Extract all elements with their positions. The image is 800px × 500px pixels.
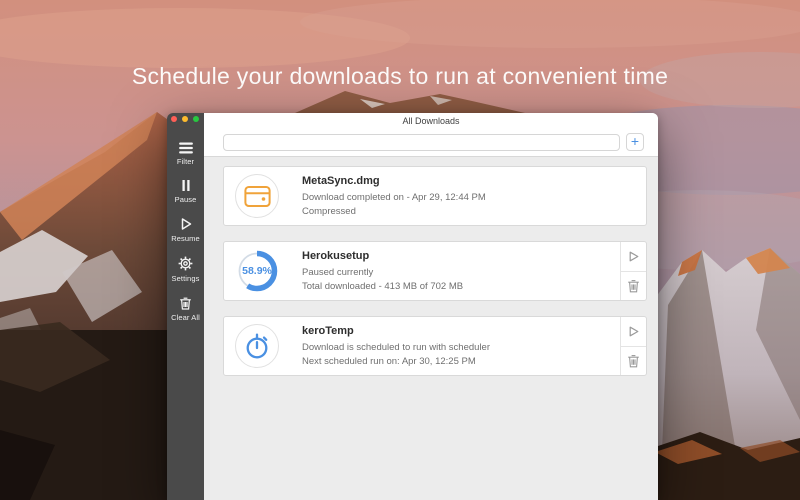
stopwatch-icon [246,333,268,359]
progress-ring: 58.9% [235,249,279,293]
download-name: MetaSync.dmg [302,175,380,187]
app-window: Filter Pause Resume Settings Clear All A… [167,113,658,500]
trash-icon [628,354,639,368]
disk-image-icon [243,185,271,207]
toolbar: + [204,128,658,157]
play-icon [629,251,639,262]
play-icon [181,218,191,230]
download-info: Herokusetup Paused currently Total downl… [302,250,620,292]
download-detail: Total downloaded - 413 MB of 702 MB [302,281,464,292]
trash-icon [628,279,639,293]
pause-icon [181,180,190,191]
download-status: Download is scheduled to run with schedu… [302,342,490,353]
card-actions [620,317,646,375]
download-card-herokusetup[interactable]: 58.9% Herokusetup Paused currently Total… [223,241,647,301]
download-detail: Compressed [302,206,356,217]
sidebar-item-settings[interactable]: Settings [167,254,204,285]
download-card-metasync[interactable]: MetaSync.dmg Download completed on - Apr… [223,166,647,226]
card-actions [620,242,646,300]
resume-download-button[interactable] [621,317,646,346]
trash-icon [180,297,191,310]
window-title: All Downloads [402,115,460,126]
download-name: keroTemp [302,325,354,337]
download-status: Paused currently [302,267,374,278]
sidebar-item-label: Settings [171,274,200,283]
traffic-lights [167,113,204,122]
zoom-window-button[interactable] [193,116,199,122]
progress-percent: 58.9% [242,265,272,277]
download-icon-badge [235,174,279,218]
download-info: MetaSync.dmg Download completed on - Apr… [302,175,646,217]
search-input[interactable] [223,133,620,151]
play-icon [629,326,639,337]
downloads-list: MetaSync.dmg Download completed on - Apr… [204,157,658,500]
sidebar-item-clear-all[interactable]: Clear All [167,294,204,324]
marketing-headline: Schedule your downloads to run at conven… [131,63,669,89]
minimize-window-button[interactable] [182,116,188,122]
close-window-button[interactable] [171,116,177,122]
delete-download-button[interactable] [621,345,646,376]
sidebar-item-label: Resume [171,234,200,243]
sidebar-item-pause[interactable]: Pause [167,177,204,206]
sidebar-item-resume[interactable]: Resume [167,215,204,245]
download-detail: Next scheduled run on: Apr 30, 12:25 PM [302,356,476,367]
plus-icon: + [630,133,640,149]
sidebar: Filter Pause Resume Settings Clear All [167,113,204,500]
download-card-kerotemp[interactable]: keroTemp Download is scheduled to run wi… [223,316,647,376]
sidebar-item-label: Pause [174,195,197,204]
add-download-button[interactable]: + [626,133,644,151]
window-main: All Downloads + MetaSync.dmg Download co… [204,113,658,500]
sidebar-item-label: Clear All [171,313,200,322]
resume-download-button[interactable] [621,242,646,271]
sidebar-item-label: Filter [176,157,195,166]
download-info: keroTemp Download is scheduled to run wi… [302,325,620,367]
window-titlebar: All Downloads [204,113,658,128]
sidebar-item-filter[interactable]: Filter [167,140,204,168]
delete-download-button[interactable] [621,270,646,301]
download-icon-badge [235,324,279,368]
download-name: Herokusetup [302,250,370,262]
filter-icon [178,142,193,154]
gear-icon [178,256,193,271]
sidebar-items: Filter Pause Resume Settings Clear All [167,131,204,324]
download-status: Download completed on - Apr 29, 12:44 PM [302,192,486,203]
